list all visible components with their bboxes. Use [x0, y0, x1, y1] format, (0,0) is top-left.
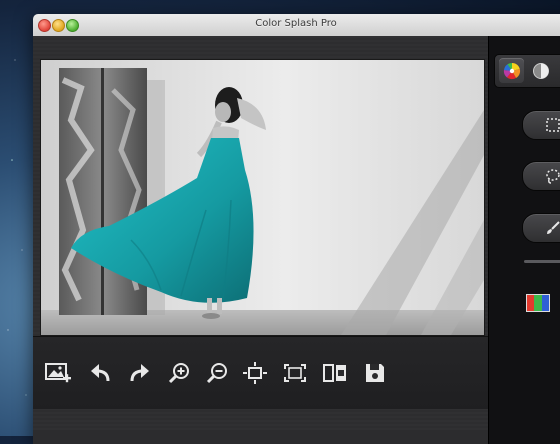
add-image-button[interactable] [43, 359, 73, 387]
brush-size-slider[interactable] [524, 260, 560, 263]
zoom-in-button[interactable] [164, 359, 194, 387]
title-bar: Color Splash Pro [33, 14, 560, 37]
bottom-toolbar [33, 336, 488, 409]
save-button[interactable] [360, 359, 390, 387]
fit-to-window-button[interactable] [240, 359, 270, 387]
window-title: Color Splash Pro [255, 18, 337, 29]
compare-button[interactable] [320, 359, 350, 387]
undo-button[interactable] [85, 359, 115, 387]
rectangle-select-icon [546, 118, 560, 132]
lasso-select-tool[interactable] [522, 161, 560, 191]
color-wheel-icon [503, 62, 520, 79]
redo-arrow-icon [130, 364, 149, 382]
mask-tab[interactable] [528, 58, 553, 83]
rectangle-select-tool[interactable] [522, 110, 560, 140]
rgb-channels-icon[interactable] [526, 294, 550, 312]
brush-icon [547, 221, 560, 234]
app-window: Color Splash Pro [33, 14, 560, 444]
half-circle-icon [532, 62, 549, 79]
actual-size-icon [284, 364, 306, 382]
compare-icon [323, 364, 346, 382]
zoom-in-icon [168, 363, 189, 384]
lasso-icon [546, 169, 560, 184]
side-panel [488, 36, 560, 444]
zoom-out-icon [206, 363, 227, 384]
undo-arrow-icon [91, 364, 110, 382]
brush-tool[interactable] [522, 213, 560, 243]
save-disk-icon [366, 364, 384, 382]
redo-button[interactable] [125, 359, 155, 387]
fit-window-icon [243, 362, 267, 384]
color-tab[interactable] [499, 58, 524, 83]
zoom-out-button[interactable] [202, 359, 232, 387]
actual-size-button[interactable] [280, 359, 310, 387]
photo-canvas[interactable] [40, 59, 485, 336]
image-add-icon [45, 363, 71, 383]
panel-tabs [494, 54, 560, 88]
